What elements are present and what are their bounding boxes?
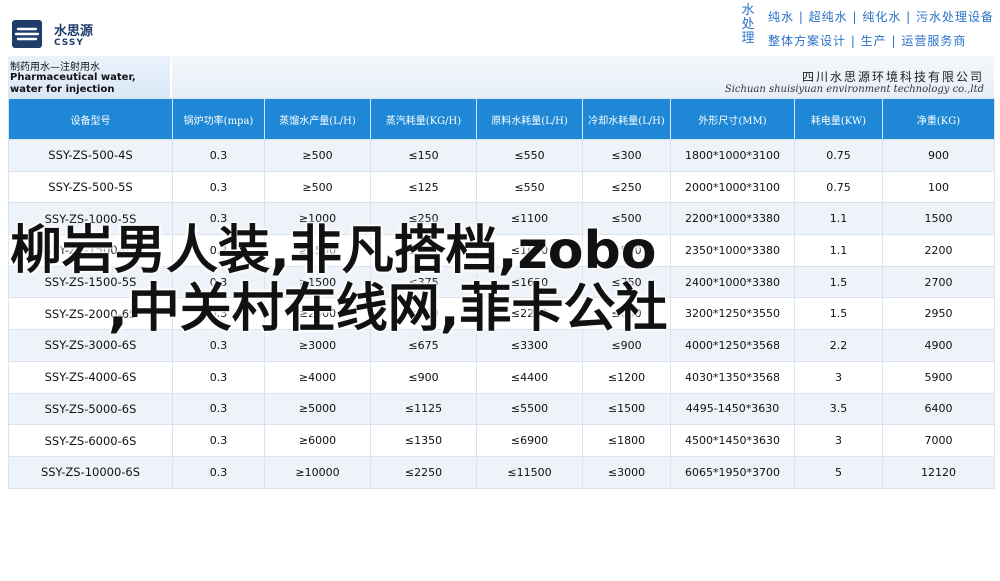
cell-model: SSY-ZS-4000-6S [8,360,173,394]
logo-name-cn: 水思源 [54,24,94,39]
cell-power: 3 [794,360,883,394]
cell-net-weight: 5900 [882,360,995,394]
cell-cooling-water: ≤250 [582,170,671,204]
cell-steam-use: ≤150 [370,139,477,172]
table-row: SSY-ZS-500-5S 0.3 ≥500 ≤125 ≤550 ≤250 2000*100… [8,170,995,204]
cell-distilled-output: ≥6000 [264,424,371,457]
col-header-model: 设备型号 [8,98,173,140]
company-logo: 水思源 CSSY [12,18,122,52]
logo-name-en: CSSY [54,38,84,48]
col-header-power: 耗电量(KW) [794,98,883,140]
company-name-cn: 四川水思源环境科技有限公司 [801,70,984,84]
cell-power: 3.5 [794,392,883,426]
cell-net-weight: 2950 [882,297,995,331]
document-title-cn: 制药用水—注射用水 [10,62,100,73]
cell-model: SSY-ZS-5000-6S [8,392,173,426]
cell-distilled-output: ≥5000 [264,392,371,426]
col-header-boiler-power: 锅炉功率(mpa) [172,98,265,140]
cell-net-weight: 1500 [882,202,995,236]
cell-cooling-water: ≤1800 [582,424,671,457]
col-header-distilled-output: 蒸馏水产量(L/H) [264,98,371,140]
col-header-dimensions: 外形尺寸(MM) [670,98,795,140]
cell-distilled-output: ≥500 [264,170,371,204]
cell-feed-water: ≤6900 [476,424,583,457]
cell-net-weight: 4900 [882,329,995,362]
brand-vertical-label: 水处理 [741,3,755,46]
cell-cooling-water: ≤300 [582,139,671,172]
cell-feed-water: ≤4400 [476,360,583,394]
cell-distilled-output: ≥10000 [264,455,371,489]
cell-boiler-power: 0.3 [172,360,265,394]
cell-net-weight: 12120 [882,455,995,489]
cell-steam-use: ≤125 [370,170,477,204]
cell-feed-water: ≤550 [476,139,583,172]
cell-net-weight: 2200 [882,234,995,267]
cell-boiler-power: 0.3 [172,170,265,204]
col-header-net-weight: 净重(KG) [882,98,995,140]
document-title-en: Pharmaceutical water, water for injectio… [10,72,136,95]
cell-boiler-power: 0.3 [172,392,265,426]
company-banner: 四川水思源环境科技有限公司 Sichuan shuisiyuan environ… [172,56,994,99]
cell-dimensions: 6065*1950*3700 [670,455,795,489]
cell-feed-water: ≤550 [476,170,583,204]
water-drop-logo-icon [12,20,42,48]
brand-slogan: 水处理 纯水 | 超纯水 | 纯化水 | 污水处理设备 整体方案设计 | 生产 … [738,3,995,49]
cell-steam-use: ≤2250 [370,455,477,489]
cell-cooling-water: ≤1200 [582,360,671,394]
overlay-caption-line-1: 柳岩男人装,非凡搭档,zobo [10,221,657,281]
table-row: SSY-ZS-6000-6S 0.3 ≥6000 ≤1350 ≤6900 ≤1800 450… [8,424,995,457]
cell-power: 0.75 [794,170,883,204]
table-row: SSY-ZS-10000-6S 0.3 ≥10000 ≤2250 ≤11500 ≤3000… [8,455,995,489]
cell-cooling-water: ≤3000 [582,455,671,489]
cell-feed-water: ≤5500 [476,392,583,426]
cell-net-weight: 900 [882,139,995,172]
cell-power: 3 [794,424,883,457]
cell-net-weight: 2700 [882,265,995,299]
cell-boiler-power: 0.3 [172,455,265,489]
cell-distilled-output: ≥4000 [264,360,371,394]
table-row: SSY-ZS-4000-6S 0.3 ≥4000 ≤900 ≤4400 ≤1200 4030… [8,360,995,394]
cell-dimensions: 4030*1350*3568 [670,360,795,394]
cell-power: 0.75 [794,139,883,172]
col-header-feed-water: 原料水耗量(L/H) [476,98,583,140]
cell-dimensions: 2000*1000*3100 [670,170,795,204]
table-row: SSY-ZS-500-4S 0.3 ≥500 ≤150 ≤550 ≤300 1800*100… [8,139,995,172]
overlay-caption-line-2: ,中关村在线网,菲卡公社 [108,279,668,339]
cell-model: SSY-ZS-10000-6S [8,455,173,489]
cell-boiler-power: 0.3 [172,424,265,457]
cell-model: SSY-ZS-6000-6S [8,424,173,457]
cell-net-weight: 100 [882,170,995,204]
cell-steam-use: ≤1350 [370,424,477,457]
cell-dimensions: 4500*1450*3630 [670,424,795,457]
cell-distilled-output: ≥500 [264,139,371,172]
table-row: SSY-ZS-5000-6S 0.3 ≥5000 ≤1125 ≤5500 ≤1500 449… [8,392,995,426]
brand-line-1: 纯水 | 超纯水 | 纯化水 | 污水处理设备 [768,10,995,24]
company-name-en: Sichuan shuisiyuan environment technolog… [724,84,984,95]
cell-cooling-water: ≤1500 [582,392,671,426]
table-header-row: 设备型号 锅炉功率(mpa) 蒸馏水产量(L/H) 蒸汽耗量(KG/H) 原料水… [8,98,995,140]
overlay-caption: 柳岩男人装,非凡搭档,zobo ,中关村在线网,菲卡公社 [10,222,830,338]
cell-dimensions: 1800*1000*3100 [670,139,795,172]
cell-model: SSY-ZS-500-4S [8,139,173,172]
col-header-cooling-water: 冷却水耗量(L/H) [582,98,671,140]
cell-net-weight: 7000 [882,424,995,457]
cell-steam-use: ≤1125 [370,392,477,426]
cell-power: 5 [794,455,883,489]
cell-feed-water: ≤11500 [476,455,583,489]
brand-line-2: 整体方案设计 | 生产 | 运营服务商 [768,34,967,48]
cell-model: SSY-ZS-500-5S [8,170,173,204]
document-title: 制药用水—注射用水 Pharmaceutical water, water fo… [8,56,170,99]
col-header-steam-use: 蒸汽耗量(KG/H) [370,98,477,140]
cell-boiler-power: 0.3 [172,139,265,172]
cell-dimensions: 4495-1450*3630 [670,392,795,426]
cell-net-weight: 6400 [882,392,995,426]
cell-steam-use: ≤900 [370,360,477,394]
